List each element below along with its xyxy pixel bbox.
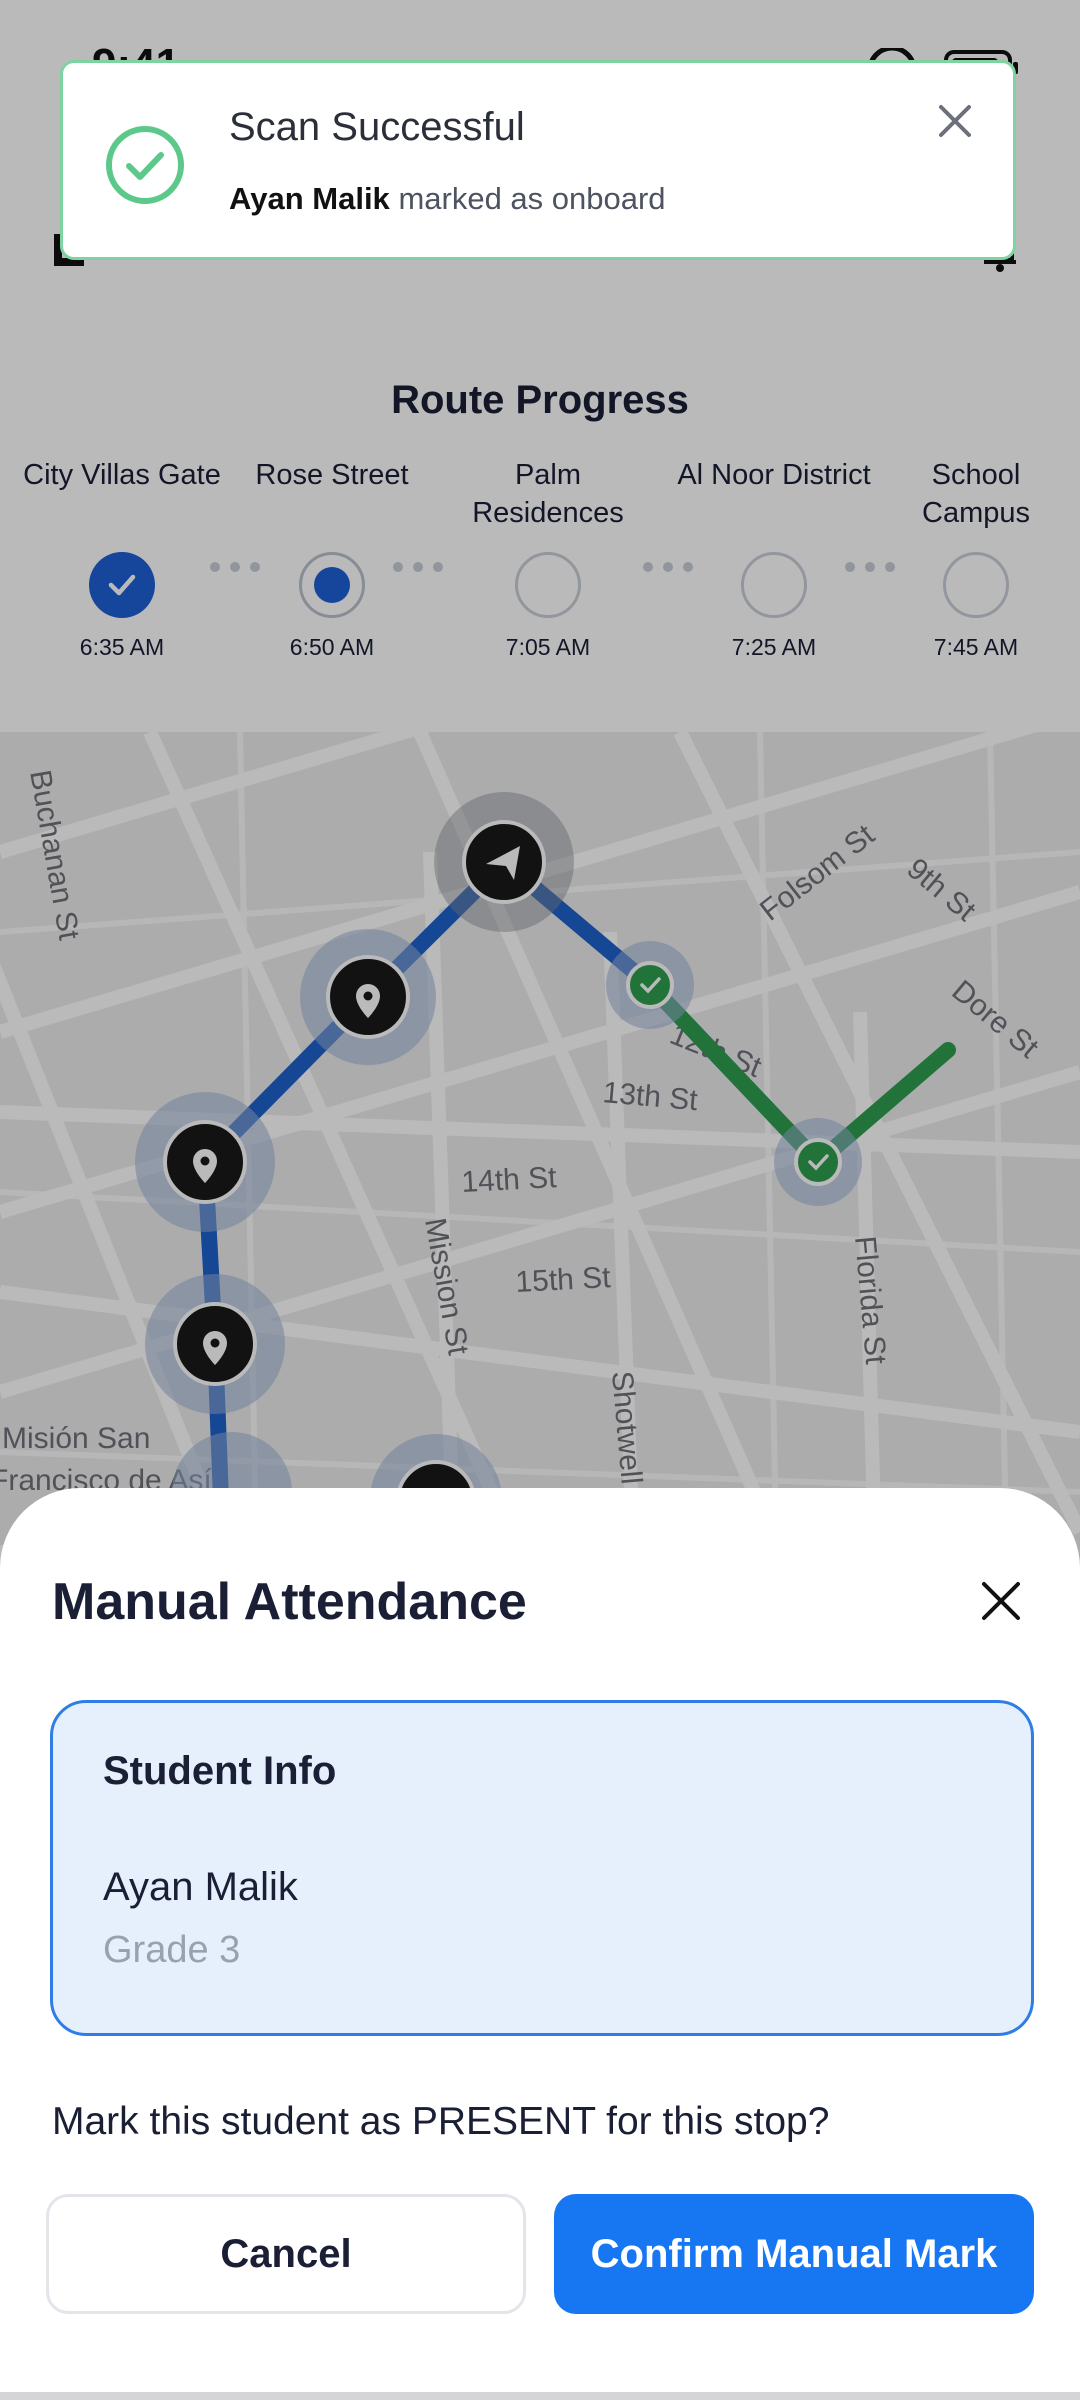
student-info-heading: Student Info xyxy=(103,1749,337,1793)
screen: 9:41 Route Progress City Villas Gate xyxy=(0,0,1080,2400)
sheet-title: Manual Attendance xyxy=(52,1573,527,1631)
student-info-card: Student Info Ayan Malik Grade 3 xyxy=(50,1700,1034,2036)
toast-student-name: Ayan Malik xyxy=(229,181,390,216)
close-icon[interactable] xyxy=(933,99,977,143)
manual-attendance-sheet: Manual Attendance Student Info Ayan Mali… xyxy=(0,1488,1080,2400)
toast-message: Ayan Malik marked as onboard xyxy=(229,181,666,217)
cancel-button[interactable]: Cancel xyxy=(46,2194,526,2314)
student-name: Ayan Malik xyxy=(103,1865,298,1909)
home-indicator xyxy=(0,2392,1080,2400)
student-grade: Grade 3 xyxy=(103,1929,241,1971)
confirmation-prompt: Mark this student as PRESENT for this st… xyxy=(52,2100,830,2143)
close-icon[interactable] xyxy=(976,1576,1026,1626)
toast-message-text: marked as onboard xyxy=(398,181,666,216)
toast-title: Scan Successful xyxy=(229,105,525,149)
check-circle-icon xyxy=(106,126,184,204)
confirm-manual-mark-button[interactable]: Confirm Manual Mark xyxy=(554,2194,1034,2314)
scan-success-toast: Scan Successful Ayan Malik marked as onb… xyxy=(60,60,1016,260)
